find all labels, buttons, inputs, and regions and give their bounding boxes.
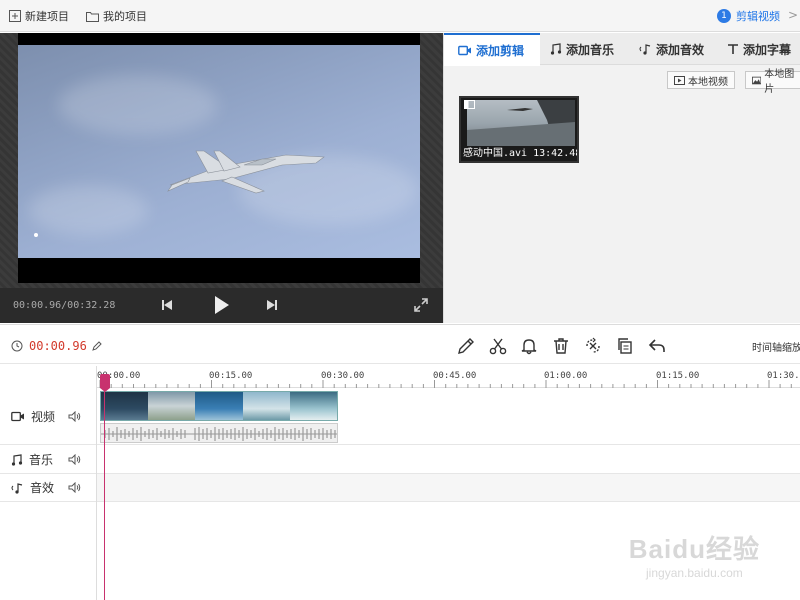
player-controls: 00:00.96/00:32.28 <box>0 288 443 323</box>
step-edit-video[interactable]: 1 剪辑视频 <box>717 8 780 24</box>
sound-effect-icon <box>11 482 23 494</box>
watermark: Baidu经验 jingyan.baidu.com <box>629 529 760 580</box>
ruler-tick-label: 01:00.00 <box>544 371 588 381</box>
audio-waveform-strip[interactable] <box>100 423 338 443</box>
music-track-label: 音乐 <box>29 453 54 467</box>
video-track-label: 视频 <box>31 410 56 424</box>
ruler-tick-label: 00:15.00 <box>209 371 253 381</box>
previous-frame-icon[interactable] <box>158 296 176 314</box>
copy-icon[interactable] <box>615 336 635 356</box>
tab-add-music[interactable]: 添加音乐 <box>544 33 614 65</box>
image-icon <box>752 76 762 84</box>
panel-tabs: 添加剪辑 添加音乐 添加音效 添加字幕 <box>444 33 800 66</box>
local-image-button[interactable]: 本地图片 <box>745 69 800 95</box>
edit-time-pencil-icon[interactable] <box>92 341 102 351</box>
step-label: 剪辑视频 <box>736 10 780 23</box>
new-project-label: 新建项目 <box>25 10 69 23</box>
ruler-tick-marks <box>99 380 792 388</box>
media-panel: 添加剪辑 添加音乐 添加音效 添加字幕 本地视频 本地图片 感动中国.avi 1… <box>443 33 800 323</box>
video-preview[interactable] <box>18 33 420 283</box>
fighter-jet-graphic <box>34 150 325 237</box>
playhead-line <box>104 374 105 600</box>
play-icon[interactable] <box>211 294 231 316</box>
tab-label: 添加字幕 <box>743 42 792 57</box>
video-volume-icon[interactable] <box>68 411 81 422</box>
local-video-label: 本地视频 <box>688 76 728 88</box>
ruler-tick-label: 00:45.00 <box>433 371 477 381</box>
sound-effect-icon <box>639 44 651 55</box>
video-clip-strip[interactable] <box>100 391 338 421</box>
tab-label: 添加音效 <box>656 42 705 57</box>
music-note-icon <box>11 453 23 466</box>
new-project-button[interactable]: 新建项目 <box>9 8 69 24</box>
media-clip-card[interactable]: 感动中国.avi 13:42.48 <box>459 96 579 163</box>
tab-add-sound-effect[interactable]: 添加音效 <box>633 33 704 65</box>
ruler-tick-label: 00:30.00 <box>321 371 365 381</box>
top-bar: 新建项目 我的项目 1 剪辑视频 > <box>0 0 800 32</box>
step-number-badge: 1 <box>717 9 731 23</box>
current-time: 00:00.96 <box>29 339 87 353</box>
fullscreen-icon[interactable] <box>412 296 430 314</box>
undo-icon[interactable] <box>647 336 667 356</box>
folder-icon <box>86 11 99 22</box>
video-camera-icon <box>11 411 24 422</box>
timeline-zoom-label[interactable]: 时间轴缩放 <box>752 339 800 354</box>
music-track-lane[interactable] <box>97 446 800 474</box>
sfx-track-lane[interactable] <box>97 474 800 502</box>
video-frame-image <box>18 45 420 258</box>
cockpit-view-graphic <box>467 100 575 146</box>
scissors-icon[interactable] <box>488 336 508 356</box>
next-step-chevron-icon[interactable]: > <box>788 8 798 22</box>
music-volume-icon[interactable] <box>68 454 81 465</box>
local-image-label: 本地图片 <box>764 69 795 95</box>
clock-icon <box>11 340 23 352</box>
clip-filename-duration: 感动中国.avi 13:42.48 <box>463 148 579 159</box>
tab-add-subtitle[interactable]: 添加字幕 <box>721 33 791 65</box>
tab-label: 添加剪辑 <box>476 44 525 58</box>
audio-waveform <box>101 427 337 441</box>
playback-time-readout: 00:00.96/00:32.28 <box>13 300 116 311</box>
music-track-header: 音乐 <box>0 446 97 474</box>
video-camera-icon <box>458 45 471 56</box>
playhead-handle[interactable] <box>100 374 110 392</box>
bell-icon[interactable] <box>519 336 539 356</box>
sfx-track-header: 音效 <box>0 474 97 502</box>
ruler-tick-label: 01:30.00 <box>767 371 800 381</box>
watermark-logo-text: Baidu经验 <box>628 534 760 564</box>
sfx-track-label: 音效 <box>30 481 55 495</box>
plus-box-icon <box>9 10 21 22</box>
my-projects-button[interactable]: 我的项目 <box>86 8 147 24</box>
clip-select-box-icon[interactable] <box>464 100 475 109</box>
music-note-icon <box>550 43 562 55</box>
my-projects-label: 我的项目 <box>103 10 147 23</box>
edit-pencil-icon[interactable] <box>456 336 476 356</box>
track-header-divider <box>96 366 97 600</box>
local-video-button[interactable]: 本地视频 <box>667 71 735 89</box>
next-frame-icon[interactable] <box>263 296 281 314</box>
tab-label: 添加音乐 <box>566 42 615 57</box>
crop-rotate-icon[interactable] <box>583 336 603 356</box>
timeline-ruler[interactable]: 00:00.00 00:15.00 00:30.00 00:45.00 01:0… <box>97 366 800 388</box>
ruler-tick-label: 01:15.00 <box>656 371 700 381</box>
clip-thumbnail <box>467 100 575 146</box>
video-player: 00:00.96/00:32.28 <box>0 33 443 323</box>
trash-icon[interactable] <box>551 336 571 356</box>
text-icon <box>728 44 738 54</box>
video-track-lane[interactable] <box>97 389 800 445</box>
video-track-header: 视频 <box>0 389 97 445</box>
tab-add-clip[interactable]: 添加剪辑 <box>444 33 540 66</box>
timeline-toolbar: 00:00.96 时间轴缩放 <box>0 324 800 364</box>
sfx-volume-icon[interactable] <box>68 482 81 493</box>
watermark-url: jingyan.baidu.com <box>646 566 743 580</box>
play-box-icon <box>674 75 685 85</box>
